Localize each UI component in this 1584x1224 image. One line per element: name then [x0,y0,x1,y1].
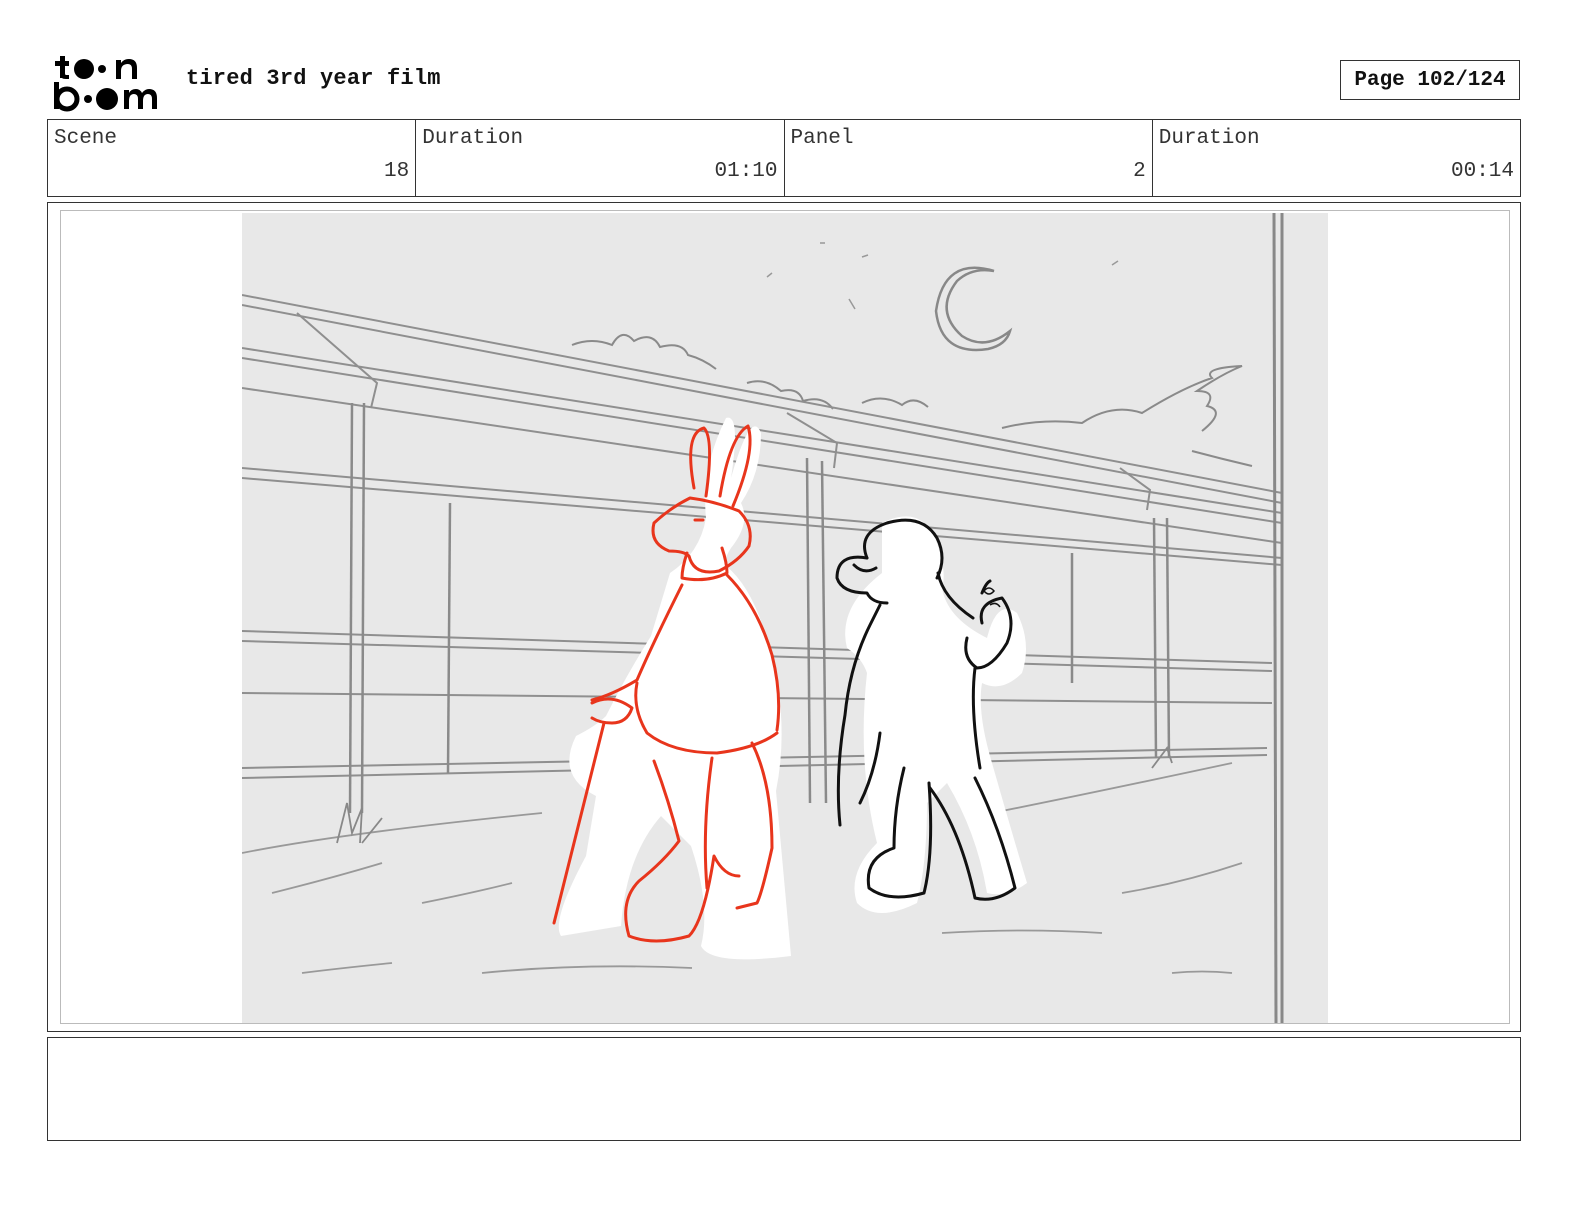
scene-info-table: Scene 18 Duration 01:10 Panel 2 Duration… [47,119,1521,197]
panel-duration-cell: Duration 00:14 [1153,120,1520,196]
panel-cell: Panel 2 [785,120,1153,196]
scene-duration-value: 01:10 [714,160,778,183]
panel-duration-value: 00:14 [1450,160,1514,183]
panel-frame [47,202,1521,1032]
scene-duration-label: Duration [422,127,524,150]
scene-label: Scene [54,127,118,150]
page-number: Page 102/124 [1340,60,1520,100]
scene-duration-cell: Duration 01:10 [416,120,785,196]
panel-value: 2 [1133,160,1146,183]
scene-cell: Scene 18 [48,120,417,196]
panel-label: Panel [790,127,854,150]
scene-value: 18 [384,160,410,183]
film-title: tired 3rd year film [186,66,441,91]
panel-image-area [60,210,1510,1024]
panel-duration-label: Duration [1158,127,1260,150]
toon-boom-logo [54,56,157,112]
panel-notes-box [47,1037,1521,1141]
storyboard-panel-drawing [242,213,1328,1023]
